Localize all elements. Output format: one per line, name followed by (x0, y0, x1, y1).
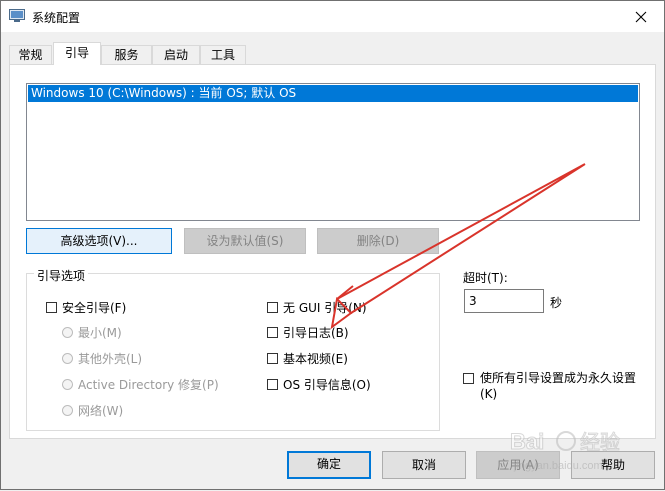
checkbox-box (463, 373, 474, 384)
checkbox-box (267, 379, 278, 390)
alternate-shell-label: 其他外壳(L) (78, 352, 143, 366)
cancel-button[interactable]: 取消 (382, 451, 466, 479)
radio-circle (62, 353, 73, 364)
set-default-button[interactable]: 设为默认值(S) (184, 228, 306, 254)
watermark-brand-suffix: 经验 (580, 430, 620, 454)
timeout-input[interactable]: 3 (464, 289, 544, 313)
radio-circle (62, 327, 73, 338)
boot-options-legend: 引导选项 (34, 267, 89, 284)
system-config-window: 系统配置 常规 引导 服务 启动 工具 Windows 10 (C:\Windo… (0, 0, 665, 490)
os-boot-info-checkbox[interactable]: OS 引导信息(O) (267, 376, 371, 393)
window-title: 系统配置 (32, 11, 81, 25)
boot-os-entry-selected[interactable]: Windows 10 (C:\Windows) : 当前 OS; 默认 OS (28, 85, 638, 102)
baidu-watermark: Bai 经验 jingyan.baidu.com (504, 417, 664, 477)
boot-tab-panel: Windows 10 (C:\Windows) : 当前 OS; 默认 OS 高… (9, 64, 656, 439)
checkbox-box (267, 353, 278, 364)
minimal-radio[interactable]: 最小(M) (62, 324, 122, 341)
alternate-shell-radio[interactable]: 其他外壳(L) (62, 350, 142, 367)
close-icon (635, 11, 647, 22)
minimal-label: 最小(M) (78, 326, 122, 340)
tab-startup[interactable]: 启动 (152, 45, 200, 64)
boot-os-list[interactable]: Windows 10 (C:\Windows) : 当前 OS; 默认 OS (26, 83, 640, 221)
delete-button[interactable]: 删除(D) (317, 228, 439, 254)
permanent-settings-label: 使所有引导设置成为永久设置(K) (480, 371, 637, 401)
base-video-label: 基本视频(E) (283, 352, 348, 366)
os-boot-info-label: OS 引导信息(O) (283, 378, 371, 392)
boot-log-checkbox[interactable]: 引导日志(B) (267, 324, 349, 341)
system-config-icon (9, 9, 25, 23)
base-video-checkbox[interactable]: 基本视频(E) (267, 350, 348, 367)
ok-button[interactable]: 确定 (287, 451, 371, 479)
checkbox-box (267, 302, 278, 313)
watermark-brand: Bai (510, 429, 544, 454)
watermark-url: jingyan.baidu.com (513, 460, 603, 472)
ad-repair-radio[interactable]: Active Directory 修复(P) (62, 376, 219, 393)
boot-log-label: 引导日志(B) (283, 326, 349, 340)
no-gui-boot-checkbox[interactable]: 无 GUI 引导(N) (267, 299, 367, 316)
checkbox-box (267, 327, 278, 338)
title-bar: 系统配置 (1, 1, 664, 32)
safe-boot-checkbox[interactable]: 安全引导(F) (46, 299, 126, 316)
permanent-settings-checkbox[interactable]: 使所有引导设置成为永久设置(K) (463, 370, 643, 402)
timeout-unit: 秒 (550, 296, 563, 310)
advanced-options-button[interactable]: 高级选项(V)... (26, 228, 172, 254)
radio-circle (62, 379, 73, 390)
tab-services[interactable]: 服务 (101, 45, 152, 64)
radio-circle (62, 405, 73, 416)
no-gui-boot-label: 无 GUI 引导(N) (283, 301, 367, 315)
tab-tools[interactable]: 工具 (200, 45, 246, 64)
checkbox-box (46, 302, 57, 313)
ad-repair-label: Active Directory 修复(P) (78, 378, 219, 392)
timeout-label: 超时(T): (463, 271, 508, 285)
tab-boot[interactable]: 引导 (53, 42, 101, 65)
network-label: 网络(W) (78, 404, 124, 418)
network-radio[interactable]: 网络(W) (62, 402, 123, 419)
tab-general[interactable]: 常规 (9, 45, 52, 64)
safe-boot-label: 安全引导(F) (62, 301, 127, 315)
close-button[interactable] (618, 1, 664, 32)
